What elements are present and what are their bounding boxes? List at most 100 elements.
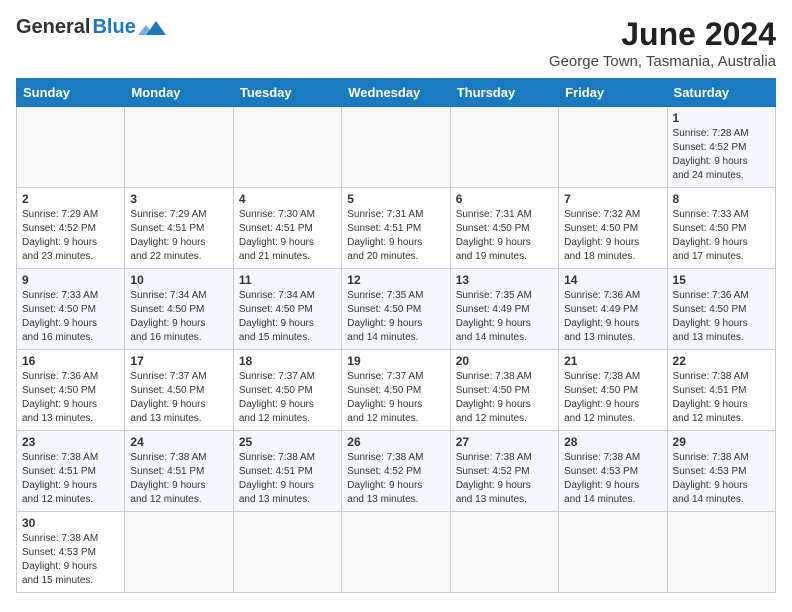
- title-block: June 2024 George Town, Tasmania, Austral…: [549, 16, 776, 70]
- day-number: 13: [456, 273, 553, 287]
- day-info: Sunrise: 7:38 AM Sunset: 4:51 PM Dayligh…: [239, 451, 336, 507]
- day-info: Sunrise: 7:29 AM Sunset: 4:51 PM Dayligh…: [130, 208, 227, 264]
- calendar-cell: 2Sunrise: 7:29 AM Sunset: 4:52 PM Daylig…: [17, 188, 125, 269]
- day-info: Sunrise: 7:38 AM Sunset: 4:53 PM Dayligh…: [564, 451, 661, 507]
- calendar-cell: 4 Sunrise: 7:30 AM Sunset: 4:51 PM Daylig…: [233, 188, 341, 269]
- calendar-cell: [559, 107, 667, 188]
- day-number: 21: [564, 354, 661, 368]
- day-info: Sunrise: 7:36 AM Sunset: 4:49 PM Dayligh…: [564, 289, 661, 345]
- day-info: Sunrise: 7:30 AM Sunset: 4:51 PM Dayligh…: [239, 208, 336, 264]
- calendar-cell: 1Sunrise: 7:28 AM Sunset: 4:52 PM Daylig…: [667, 107, 775, 188]
- calendar-cell: 25 Sunrise: 7:38 AM Sunset: 4:51 PM Dayli…: [233, 431, 341, 512]
- calendar-cell: [233, 512, 341, 593]
- day-number: 19: [347, 354, 444, 368]
- day-info: Sunrise: 7:35 AM Sunset: 4:50 PM Dayligh…: [347, 289, 444, 345]
- day-info: Sunrise: 7:33 AM Sunset: 4:50 PM Dayligh…: [673, 208, 770, 264]
- calendar-cell: 17Sunrise: 7:37 AM Sunset: 4:50 PM Dayli…: [125, 350, 233, 431]
- day-number: 2: [22, 192, 119, 206]
- calendar-cell: [17, 107, 125, 188]
- calendar-cell: 21 Sunrise: 7:38 AM Sunset: 4:50 PM Dayli…: [559, 350, 667, 431]
- day-info: Sunrise: 7:38 AM Sunset: 4:51 PM Dayligh…: [130, 451, 227, 507]
- calendar-cell: 3 Sunrise: 7:29 AM Sunset: 4:51 PM Daylig…: [125, 188, 233, 269]
- calendar-cell: [450, 512, 558, 593]
- calendar-cell: [450, 107, 558, 188]
- calendar-cell: [559, 512, 667, 593]
- logo-general: General: [16, 16, 90, 39]
- day-info: Sunrise: 7:38 AM Sunset: 4:53 PM Dayligh…: [673, 451, 770, 507]
- day-number: 9: [22, 273, 119, 287]
- calendar-cell: 16 Sunrise: 7:36 AM Sunset: 4:50 PM Dayli…: [17, 350, 125, 431]
- day-number: 20: [456, 354, 553, 368]
- day-info: Sunrise: 7:38 AM Sunset: 4:52 PM Dayligh…: [456, 451, 553, 507]
- day-info: Sunrise: 7:31 AM Sunset: 4:50 PM Dayligh…: [456, 208, 553, 264]
- day-info: Sunrise: 7:31 AM Sunset: 4:51 PM Dayligh…: [347, 208, 444, 264]
- day-number: 5: [347, 192, 444, 206]
- weekday-header: Sunday: [17, 79, 125, 107]
- day-info: Sunrise: 7:38 AM Sunset: 4:50 PM Dayligh…: [456, 370, 553, 426]
- calendar-cell: 15 Sunrise: 7:36 AM Sunset: 4:50 PM Dayli…: [667, 269, 775, 350]
- calendar-cell: 7 Sunrise: 7:32 AM Sunset: 4:50 PM Daylig…: [559, 188, 667, 269]
- calendar-cell: 18Sunrise: 7:37 AM Sunset: 4:50 PM Dayli…: [233, 350, 341, 431]
- calendar-cell: [233, 107, 341, 188]
- day-number: 22: [673, 354, 770, 368]
- calendar-cell: 27 Sunrise: 7:38 AM Sunset: 4:52 PM Dayli…: [450, 431, 558, 512]
- calendar-cell: 14 Sunrise: 7:36 AM Sunset: 4:49 PM Dayli…: [559, 269, 667, 350]
- day-info: Sunrise: 7:34 AM Sunset: 4:50 PM Dayligh…: [130, 289, 227, 345]
- day-info: Sunrise: 7:35 AM Sunset: 4:49 PM Dayligh…: [456, 289, 553, 345]
- calendar-cell: 6 Sunrise: 7:31 AM Sunset: 4:50 PM Daylig…: [450, 188, 558, 269]
- day-number: 3: [130, 192, 227, 206]
- day-number: 7: [564, 192, 661, 206]
- calendar-cell: [342, 107, 450, 188]
- day-number: 23: [22, 435, 119, 449]
- page-subtitle: George Town, Tasmania, Australia: [549, 53, 776, 70]
- day-info: Sunrise: 7:38 AM Sunset: 4:50 PM Dayligh…: [564, 370, 661, 426]
- day-number: 15: [673, 273, 770, 287]
- calendar-cell: 23 Sunrise: 7:38 AM Sunset: 4:51 PM Dayli…: [17, 431, 125, 512]
- day-info: Sunrise: 7:38 AM Sunset: 4:52 PM Dayligh…: [347, 451, 444, 507]
- day-number: 24: [130, 435, 227, 449]
- calendar-cell: 30Sunrise: 7:38 AM Sunset: 4:53 PM Dayli…: [17, 512, 125, 593]
- day-number: 29: [673, 435, 770, 449]
- calendar-cell: [667, 512, 775, 593]
- weekday-header: Wednesday: [342, 79, 450, 107]
- day-number: 4: [239, 192, 336, 206]
- calendar-cell: 8 Sunrise: 7:33 AM Sunset: 4:50 PM Daylig…: [667, 188, 775, 269]
- day-number: 27: [456, 435, 553, 449]
- calendar-cell: [342, 512, 450, 593]
- calendar-cell: 12 Sunrise: 7:35 AM Sunset: 4:50 PM Dayli…: [342, 269, 450, 350]
- day-number: 25: [239, 435, 336, 449]
- weekday-header: Tuesday: [233, 79, 341, 107]
- day-number: 10: [130, 273, 227, 287]
- day-number: 26: [347, 435, 444, 449]
- calendar-cell: [125, 512, 233, 593]
- calendar-cell: 26 Sunrise: 7:38 AM Sunset: 4:52 PM Dayli…: [342, 431, 450, 512]
- page-header: General Blue June 2024 George Town, Tasm…: [16, 16, 776, 70]
- day-number: 12: [347, 273, 444, 287]
- day-info: Sunrise: 7:28 AM Sunset: 4:52 PM Dayligh…: [673, 127, 770, 183]
- day-number: 14: [564, 273, 661, 287]
- calendar-table: SundayMondayTuesdayWednesdayThursdayFrid…: [16, 78, 776, 593]
- calendar-cell: 20 Sunrise: 7:38 AM Sunset: 4:50 PM Dayli…: [450, 350, 558, 431]
- day-info: Sunrise: 7:32 AM Sunset: 4:50 PM Dayligh…: [564, 208, 661, 264]
- logo: General Blue: [16, 16, 166, 39]
- calendar-cell: 10 Sunrise: 7:34 AM Sunset: 4:50 PM Dayli…: [125, 269, 233, 350]
- day-number: 6: [456, 192, 553, 206]
- page-title: June 2024: [549, 16, 776, 53]
- weekday-header: Friday: [559, 79, 667, 107]
- day-info: Sunrise: 7:37 AM Sunset: 4:50 PM Dayligh…: [239, 370, 336, 426]
- day-number: 8: [673, 192, 770, 206]
- calendar-cell: 24 Sunrise: 7:38 AM Sunset: 4:51 PM Dayli…: [125, 431, 233, 512]
- day-info: Sunrise: 7:38 AM Sunset: 4:51 PM Dayligh…: [673, 370, 770, 426]
- day-number: 11: [239, 273, 336, 287]
- day-info: Sunrise: 7:38 AM Sunset: 4:51 PM Dayligh…: [22, 451, 119, 507]
- day-info: Sunrise: 7:36 AM Sunset: 4:50 PM Dayligh…: [673, 289, 770, 345]
- calendar-cell: 19 Sunrise: 7:37 AM Sunset: 4:50 PM Dayli…: [342, 350, 450, 431]
- weekday-header: Saturday: [667, 79, 775, 107]
- logo-blue: Blue: [92, 16, 135, 39]
- day-info: Sunrise: 7:36 AM Sunset: 4:50 PM Dayligh…: [22, 370, 119, 426]
- day-number: 16: [22, 354, 119, 368]
- day-info: Sunrise: 7:37 AM Sunset: 4:50 PM Dayligh…: [130, 370, 227, 426]
- calendar-cell: 29 Sunrise: 7:38 AM Sunset: 4:53 PM Dayli…: [667, 431, 775, 512]
- day-info: Sunrise: 7:37 AM Sunset: 4:50 PM Dayligh…: [347, 370, 444, 426]
- calendar-cell: [125, 107, 233, 188]
